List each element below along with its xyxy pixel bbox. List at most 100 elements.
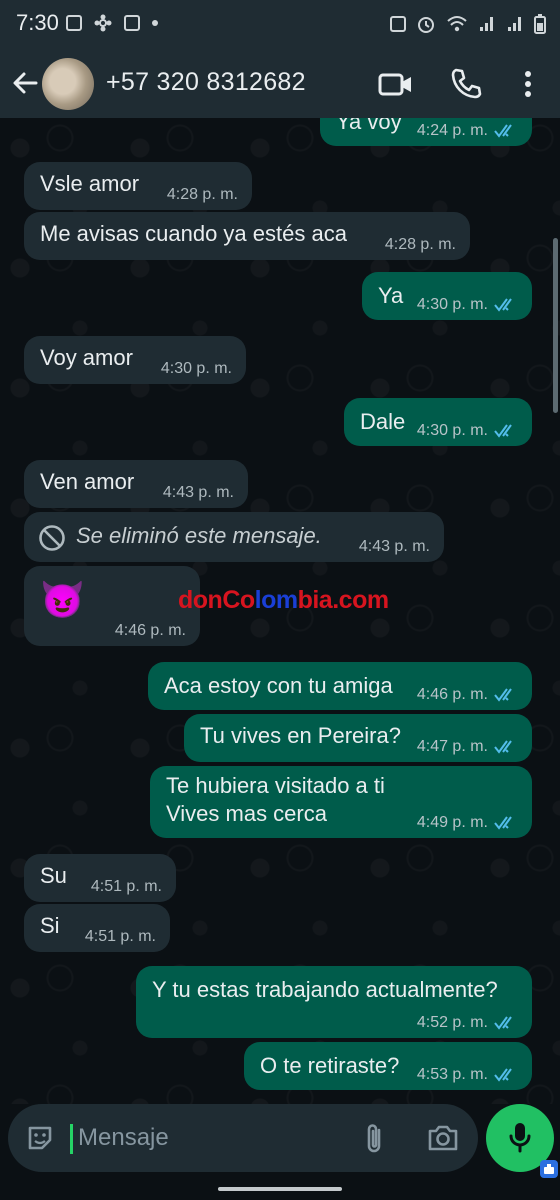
message-outgoing[interactable]: Y tu estas trabajando actualmente? 4:52 … (136, 966, 532, 1038)
briefcase-icon (390, 16, 406, 32)
message-meta: 4:24 p. m. (417, 122, 518, 140)
read-ticks-icon (494, 124, 512, 138)
sticker-emoji-icon[interactable] (24, 1122, 56, 1154)
read-ticks-icon (494, 424, 512, 438)
message-time: 4:47 p. m. (416, 738, 488, 755)
message-time: 4:51 p. m. (84, 928, 156, 945)
deleted-icon (39, 525, 65, 551)
home-gesture-pill[interactable] (218, 1187, 342, 1191)
message-placeholder: Mensaje (78, 1124, 169, 1151)
message-meta: 4:46 p. m. (115, 622, 186, 640)
message-text: Tu vives en Pereira? (200, 723, 401, 748)
chat-scrollbar[interactable] (553, 238, 558, 413)
message-meta: 4:28 p. m. (385, 236, 456, 254)
message-time: 4:46 p. m. (416, 686, 488, 703)
contact-name[interactable]: +57 320 8312682 (106, 68, 306, 97)
camera-icon[interactable] (426, 1122, 460, 1154)
message-text: Te hubiera visitado a ti Vives mas cerca (166, 773, 385, 826)
message-outgoing[interactable]: O te retiraste? 4:53 p. m. (244, 1042, 532, 1090)
message-meta: 4:28 p. m. (167, 186, 238, 204)
message-incoming[interactable]: Voy amor 4:30 p. m. (24, 336, 246, 384)
wifi-icon (447, 16, 467, 32)
message-text: O te retiraste? (260, 1053, 400, 1078)
watermark-part-3: bia.com (297, 586, 389, 614)
watermark-text: donColombia.com (178, 586, 389, 615)
message-meta: 4:52 p. m. (417, 1014, 518, 1032)
message-input[interactable]: Mensaje (8, 1104, 478, 1172)
back-arrow-icon[interactable] (10, 68, 40, 98)
navigation-bar (0, 1184, 560, 1200)
message-text: Aca estoy con tu amiga (164, 673, 393, 698)
text-cursor (70, 1124, 73, 1154)
message-time: 4:52 p. m. (416, 1014, 488, 1031)
contact-avatar[interactable] (42, 58, 94, 110)
message-emoji[interactable]: 😈 4:46 p. m. (24, 566, 200, 646)
message-meta: 4:43 p. m. (359, 538, 430, 556)
watermark-part-1: donCo (178, 586, 255, 614)
message-time: 4:43 p. m. (162, 484, 234, 501)
assistant-badge-icon (540, 1160, 558, 1178)
message-meta: 4:49 p. m. (417, 814, 518, 832)
message-text: Si (40, 913, 60, 938)
phone-call-icon[interactable] (448, 66, 484, 102)
message-time: 4:43 p. m. (358, 538, 430, 555)
message-time: 4:51 p. m. (90, 878, 162, 895)
message-meta: 4:47 p. m. (417, 738, 518, 756)
message-text: Me avisas cuando ya estés aca (40, 221, 347, 246)
message-meta: 4:53 p. m. (417, 1066, 518, 1084)
chat-header: +57 320 8312682 (0, 52, 560, 118)
clipboard-icon (124, 15, 140, 31)
microphone-icon (509, 1123, 531, 1153)
message-text: Dale (360, 409, 406, 434)
message-meta: 4:30 p. m. (161, 360, 232, 378)
message-text: Ya (378, 283, 404, 308)
message-time: 4:30 p. m. (416, 422, 488, 439)
message-text: Vsle amor (40, 171, 140, 196)
system-icons (390, 14, 546, 34)
message-text: Ya voy (336, 118, 402, 134)
message-outgoing[interactable]: Te hubiera visitado a ti Vives mas cerca… (150, 766, 532, 838)
message-meta: 4:46 p. m. (417, 686, 518, 704)
message-meta: 4:51 p. m. (91, 878, 162, 896)
message-text: Su (40, 863, 67, 888)
message-time: 4:46 p. m. (114, 622, 186, 639)
message-meta: 4:51 p. m. (85, 928, 156, 946)
read-ticks-icon (494, 298, 512, 312)
message-time: 4:28 p. m. (384, 236, 456, 253)
message-incoming[interactable]: Si 4:51 p. m. (24, 904, 170, 952)
message-incoming[interactable]: Ven amor 4:43 p. m. (24, 460, 248, 508)
message-time: 4:24 p. m. (416, 122, 488, 139)
signal-2-icon (508, 17, 521, 31)
message-outgoing[interactable]: Aca estoy con tu amiga 4:46 p. m. (148, 662, 532, 710)
message-time: 4:53 p. m. (416, 1066, 488, 1083)
notification-icons (66, 14, 158, 32)
attach-icon[interactable] (362, 1122, 386, 1156)
message-text: Ven amor (40, 469, 135, 494)
message-meta: 4:43 p. m. (163, 484, 234, 502)
status-time: 7:30 (16, 10, 59, 35)
read-ticks-icon (494, 816, 512, 830)
message-incoming[interactable]: Su 4:51 p. m. (24, 854, 176, 902)
message-deleted[interactable]: Se eliminó este mensaje. 4:43 p. m. (24, 512, 444, 562)
message-incoming[interactable]: Vsle amor 4:28 p. m. (24, 162, 252, 210)
signal-1-icon (480, 17, 493, 31)
battery-icon (534, 14, 546, 34)
message-text: 😈 (40, 579, 85, 620)
status-bar: 7:30 (0, 0, 560, 52)
message-time: 4:30 p. m. (160, 360, 232, 377)
video-call-icon[interactable] (378, 66, 414, 102)
more-options-icon[interactable] (510, 66, 546, 102)
message-text: Se eliminó este mensaje. (76, 523, 322, 548)
message-meta: 4:30 p. m. (417, 296, 518, 314)
read-ticks-icon (494, 740, 512, 754)
message-text: Voy amor (40, 345, 133, 370)
message-time: 4:28 p. m. (166, 186, 238, 203)
gallery-icon (66, 15, 82, 31)
message-time: 4:49 p. m. (416, 814, 488, 831)
message-outgoing[interactable]: Ya 4:30 p. m. (362, 272, 532, 320)
message-outgoing[interactable]: Tu vives en Pereira? 4:47 p. m. (184, 714, 532, 762)
message-outgoing[interactable]: Ya voy 4:24 p. m. (320, 118, 532, 146)
message-time: 4:30 p. m. (416, 296, 488, 313)
message-outgoing[interactable]: Dale 4:30 p. m. (344, 398, 532, 446)
message-incoming[interactable]: Me avisas cuando ya estés aca 4:28 p. m. (24, 212, 470, 260)
